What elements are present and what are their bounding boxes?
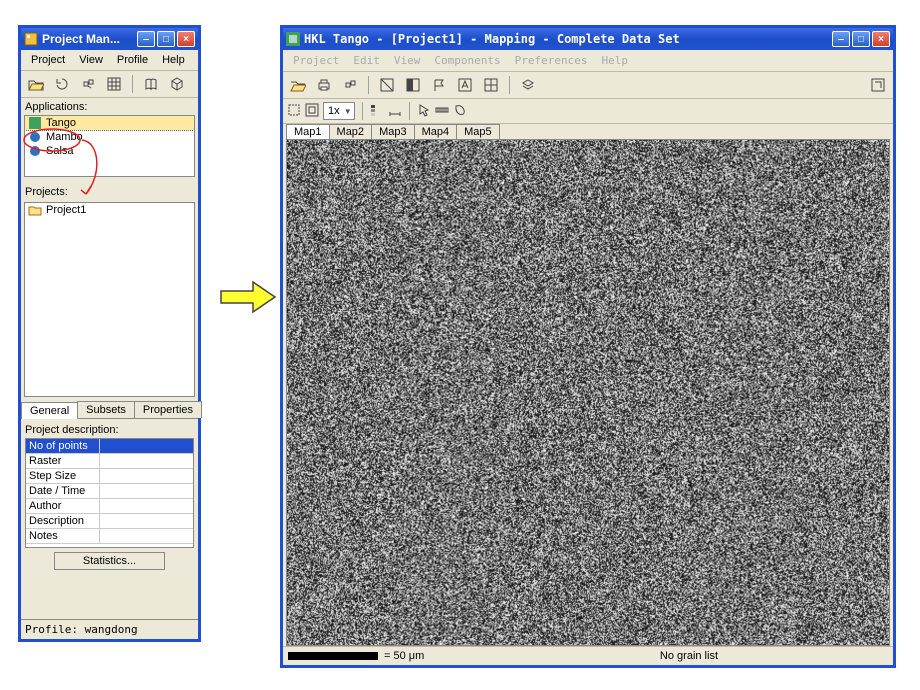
mambo-icon — [28, 131, 42, 143]
tango-statusbar: = 50 μm No grain list — [283, 646, 893, 665]
fit-icon[interactable] — [305, 103, 319, 120]
application-label: Salsa — [46, 145, 74, 157]
microstructure-image — [287, 140, 889, 645]
pm-menu-view[interactable]: View — [73, 52, 109, 68]
pm-close-button[interactable]: × — [177, 31, 195, 47]
pm-menu-project[interactable]: Project — [25, 52, 71, 68]
tango-menubar: Project Edit View Components Preferences… — [283, 50, 893, 72]
tool-a-icon[interactable] — [454, 75, 476, 95]
pm-statusbar: Profile: wangdong — [21, 619, 198, 639]
map-tabs: Map1 Map2 Map3 Map4 Map5 — [283, 124, 893, 139]
tango-menu-view[interactable]: View — [388, 52, 427, 69]
grid-icon[interactable] — [103, 74, 125, 94]
tab-map1[interactable]: Map1 — [286, 124, 330, 139]
tango-menu-edit[interactable]: Edit — [347, 52, 386, 69]
project-label: Project1 — [46, 204, 86, 216]
desc-header: Project description: — [25, 421, 194, 438]
legend-icon[interactable] — [370, 103, 384, 120]
links-icon[interactable] — [339, 75, 361, 95]
zoom-select[interactable]: 1x — [323, 102, 355, 120]
pointer-icon[interactable] — [417, 103, 431, 120]
map-canvas[interactable] — [286, 139, 890, 646]
pm-title: Project Man... — [42, 32, 137, 46]
applications-label: Applications: — [21, 98, 198, 115]
application-item-salsa[interactable]: Salsa — [25, 144, 194, 158]
description-table[interactable]: No of points Raster Step Size Date / Tim… — [25, 438, 194, 548]
tango-minimize-button[interactable]: ‒ — [832, 31, 850, 47]
tab-map2[interactable]: Map2 — [329, 124, 373, 139]
map-phase-icon[interactable] — [402, 75, 424, 95]
pm-menu-profile[interactable]: Profile — [111, 52, 154, 68]
folder-icon — [28, 204, 42, 216]
scale-icon[interactable] — [388, 103, 402, 120]
desc-row[interactable]: Author — [26, 499, 193, 514]
links-icon[interactable] — [77, 74, 99, 94]
map-orient-icon[interactable] — [376, 75, 398, 95]
tango-icon — [28, 117, 42, 129]
pm-toolbar — [21, 71, 198, 98]
grid2-icon[interactable] — [480, 75, 502, 95]
tab-general[interactable]: General — [21, 402, 78, 419]
tab-properties[interactable]: Properties — [134, 401, 202, 418]
tango-titlebar[interactable]: HKL Tango - [Project1] - Mapping - Compl… — [283, 28, 893, 50]
tango-maximize-button[interactable]: □ — [852, 31, 870, 47]
pm-titlebar[interactable]: Project Man... ‒ □ × — [21, 28, 198, 50]
tango-menu-help[interactable]: Help — [595, 52, 634, 69]
select-rect-icon[interactable] — [287, 103, 301, 120]
desc-row[interactable]: Date / Time — [26, 484, 193, 499]
refresh-icon[interactable] — [51, 74, 73, 94]
desc-row[interactable]: Notes — [26, 529, 193, 544]
project-manager-window: Project Man... ‒ □ × Project View Profil… — [18, 25, 201, 642]
application-label: Tango — [46, 117, 76, 129]
project-item[interactable]: Project1 — [25, 203, 194, 217]
application-label: Mambo — [46, 131, 83, 143]
tango-window: HKL Tango - [Project1] - Mapping - Compl… — [280, 25, 896, 668]
tango-menu-preferences[interactable]: Preferences — [509, 52, 594, 69]
projects-list[interactable]: Project1 — [24, 202, 195, 397]
scale-label: = 50 μm — [384, 650, 424, 662]
pm-maximize-button[interactable]: □ — [157, 31, 175, 47]
layers-icon[interactable] — [517, 75, 539, 95]
pm-minimize-button[interactable]: ‒ — [137, 31, 155, 47]
tango-title: HKL Tango - [Project1] - Mapping - Compl… — [304, 32, 832, 46]
salsa-icon — [28, 145, 42, 157]
pm-menu-help[interactable]: Help — [156, 52, 191, 68]
tango-toolbar1 — [283, 72, 893, 99]
statistics-button[interactable]: Statistics... — [54, 552, 165, 570]
applications-list[interactable]: Tango Mambo Salsa — [24, 115, 195, 177]
pm-menubar: Project View Profile Help — [21, 50, 198, 71]
flag-icon[interactable] — [428, 75, 450, 95]
expand-icon[interactable] — [867, 75, 889, 95]
tango-menu-components[interactable]: Components — [428, 52, 506, 69]
pm-tabs: General Subsets Properties — [21, 401, 198, 419]
print-icon[interactable] — [313, 75, 335, 95]
tab-map5[interactable]: Map5 — [456, 124, 500, 139]
ruler-icon[interactable] — [435, 103, 449, 120]
open-icon[interactable] — [287, 75, 309, 95]
projects-label: Projects: — [21, 183, 198, 200]
desc-row[interactable]: Description — [26, 514, 193, 529]
arrow-icon — [219, 280, 277, 314]
tango-menu-project[interactable]: Project — [287, 52, 345, 69]
tango-app-icon — [286, 32, 300, 46]
open-icon[interactable] — [25, 74, 47, 94]
desc-row[interactable]: Step Size — [26, 469, 193, 484]
desc-row[interactable]: Raster — [26, 454, 193, 469]
application-item-mambo[interactable]: Mambo — [25, 130, 194, 144]
tab-map4[interactable]: Map4 — [414, 124, 458, 139]
tab-map3[interactable]: Map3 — [371, 124, 415, 139]
region-icon[interactable] — [453, 103, 467, 120]
scalebar — [288, 652, 378, 660]
tango-close-button[interactable]: × — [872, 31, 890, 47]
application-item-tango[interactable]: Tango — [25, 116, 194, 130]
cube-icon[interactable] — [166, 74, 188, 94]
grain-status: No grain list — [660, 650, 718, 662]
pm-app-icon — [24, 32, 38, 46]
book-icon[interactable] — [140, 74, 162, 94]
tango-toolbar2: 1x — [283, 99, 893, 124]
desc-row[interactable]: No of points — [26, 439, 193, 454]
tab-subsets[interactable]: Subsets — [77, 401, 135, 418]
